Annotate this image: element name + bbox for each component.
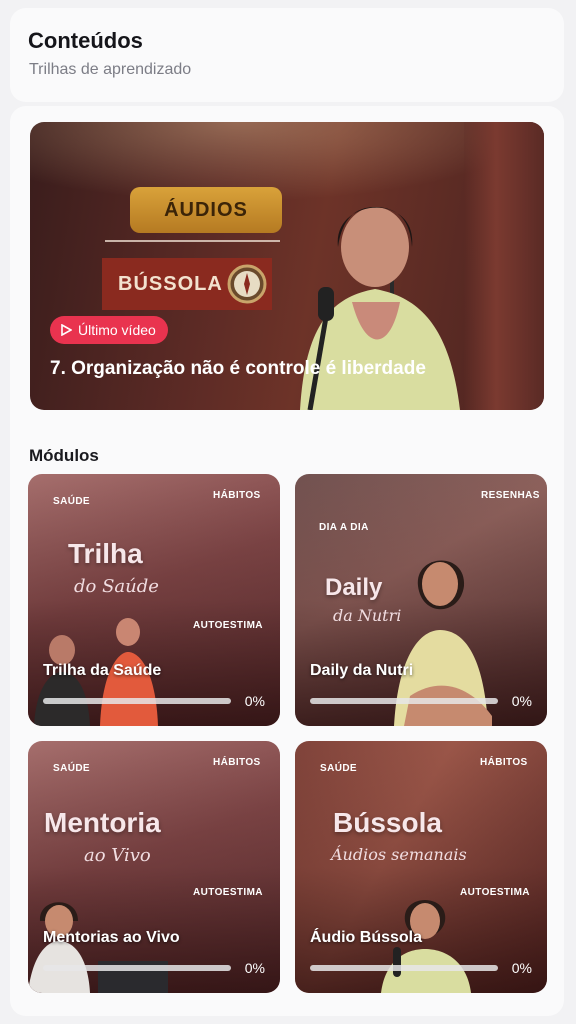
progress-percent: 0% [244, 693, 265, 709]
module-name: Daily da Nutri [310, 662, 414, 679]
progress-bar [43, 698, 231, 704]
art-tag: RESENHAS [481, 490, 540, 501]
page-title: Conteúdos [28, 28, 143, 53]
art-tag: DIA A DIA [319, 522, 369, 533]
featured-video-title: 7. Organização não é controle é liberdad… [50, 358, 426, 379]
art-tag: HÁBITOS [213, 757, 261, 768]
progress-bar [310, 698, 498, 704]
progress-percent: 0% [511, 960, 532, 976]
art-subtitle: Áudios semanais [331, 845, 467, 864]
progress-percent: 0% [244, 960, 265, 976]
hero-art-audios-label: ÁUDIOS [130, 187, 282, 233]
art-tag: HÁBITOS [213, 490, 261, 501]
page-header: Conteúdos Trilhas de aprendizado [10, 8, 564, 102]
art-tag: SAÚDE [320, 763, 358, 774]
module-name: Trilha da Saúde [43, 662, 162, 679]
progress-bar [43, 965, 231, 971]
art-title: Daily [325, 574, 383, 601]
hero-art-line [105, 240, 280, 242]
art-tag: HÁBITOS [480, 757, 528, 768]
art-tag: AUTOESTIMA [193, 620, 263, 631]
compass-icon [227, 264, 267, 304]
progress-percent: 0% [511, 693, 532, 709]
art-tag: SAÚDE [53, 496, 91, 507]
art-subtitle: ao Vivo [84, 845, 151, 866]
module-name: Áudio Bússola [310, 929, 423, 946]
art-tag: SAÚDE [53, 763, 91, 774]
latest-video-badge: Último vídeo [50, 316, 168, 344]
modules-section-title: Módulos [29, 446, 99, 465]
module-card-audio-bussola[interactable]: SAÚDE HÁBITOS AUTOESTIMA Bússola Áudios … [295, 741, 547, 993]
art-title: Mentoria [44, 807, 161, 838]
progress-bar [310, 965, 498, 971]
featured-video-card[interactable]: ÁUDIOS BÚSSOLA Último vídeo 7. Organizaç… [30, 122, 544, 410]
art-title: Bússola [333, 807, 442, 838]
module-card-daily-nutri[interactable]: DIA A DIA RESENHAS Daily da Nutri Daily … [295, 474, 547, 726]
art-tag: AUTOESTIMA [193, 887, 263, 898]
art-subtitle: do Saúde [74, 576, 159, 597]
module-name: Mentorias ao Vivo [43, 929, 180, 946]
art-title: Trilha [68, 538, 143, 569]
page-subtitle: Trilhas de aprendizado [29, 61, 192, 78]
module-card-mentorias[interactable]: SAÚDE HÁBITOS AUTOESTIMA Mentoria ao Viv… [28, 741, 280, 993]
module-card-trilha-saude[interactable]: SAÚDE HÁBITOS AUTOESTIMA Trilha do Saúde… [28, 474, 280, 726]
play-icon [61, 324, 72, 336]
latest-video-badge-label: Último vídeo [78, 322, 156, 338]
